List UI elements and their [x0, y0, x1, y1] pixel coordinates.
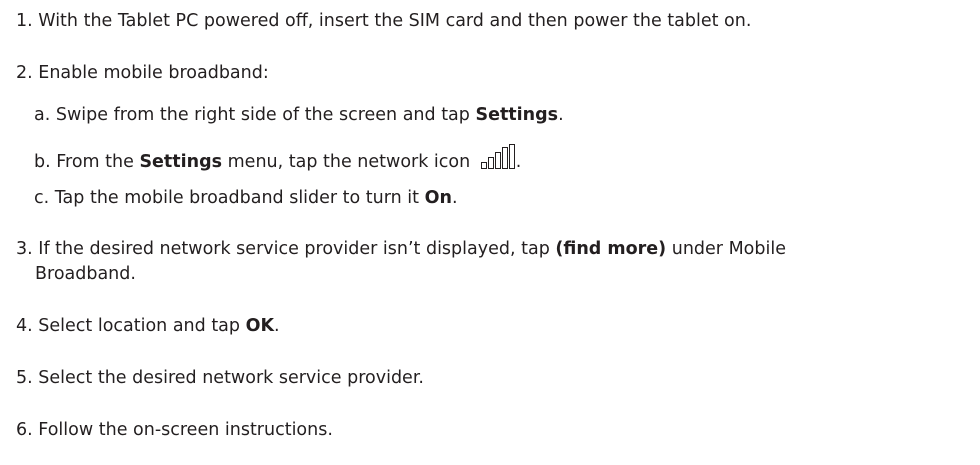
step-2b-text-end: .	[515, 152, 522, 172]
step-5-number: 5.	[16, 368, 33, 388]
step-2: 2. Enable mobile broadband:	[16, 61, 269, 85]
step-3-continuation-text: Broadband.	[35, 264, 136, 284]
step-2b-letter: b.	[34, 152, 51, 172]
step-2c: c. Tap the mobile broadband slider to tu…	[34, 186, 458, 210]
network-signal-bars-icon	[480, 144, 516, 170]
step-2a-text-before: Swipe from the right side of the screen …	[55, 105, 476, 125]
step-2b-bold: Settings	[139, 152, 223, 172]
step-6-text: Follow the on-screen instructions.	[38, 420, 333, 440]
step-4-number: 4.	[16, 316, 33, 336]
step-4-bold: OK	[245, 316, 275, 336]
step-2c-letter: c.	[34, 188, 50, 208]
step-2c-bold: On	[424, 188, 452, 208]
step-4-text-after: .	[274, 316, 280, 336]
step-3-number: 3.	[16, 239, 33, 259]
step-2b-text-after: menu, tap the network icon	[222, 152, 471, 172]
step-3-text-before: If the desired network service provider …	[38, 239, 556, 259]
step-3: 3. If the desired network service provid…	[16, 237, 786, 261]
step-4: 4. Select location and tap OK.	[16, 314, 280, 338]
step-5: 5. Select the desired network service pr…	[16, 366, 424, 390]
step-1-number: 1.	[16, 11, 33, 31]
step-5-text: Select the desired network service provi…	[38, 368, 424, 388]
step-2-text: Enable mobile broadband:	[38, 63, 269, 83]
step-2a-bold: Settings	[475, 105, 559, 125]
step-2-number: 2.	[16, 63, 33, 83]
step-2c-text-after: .	[451, 188, 458, 208]
step-2b: b. From the Settings menu, tap the netwo…	[34, 144, 521, 174]
step-2c-text-before: Tap the mobile broadband slider to turn …	[54, 188, 425, 208]
step-1: 1. With the Tablet PC powered off, inser…	[16, 9, 751, 33]
step-2a: a. Swipe from the right side of the scre…	[34, 103, 564, 127]
step-2b-text-before: From the	[56, 152, 140, 172]
step-3-bold: (find more)	[555, 239, 667, 259]
step-3-text-after: under Mobile	[666, 239, 786, 259]
step-2a-letter: a.	[34, 105, 51, 125]
step-3-continuation: Broadband.	[35, 262, 136, 286]
step-6-number: 6.	[16, 420, 33, 440]
step-2a-text-after: .	[558, 105, 564, 125]
step-4-text-before: Select location and tap	[38, 316, 246, 336]
step-1-text: With the Tablet PC powered off, insert t…	[38, 11, 752, 31]
step-6: 6. Follow the on-screen instructions.	[16, 418, 333, 442]
